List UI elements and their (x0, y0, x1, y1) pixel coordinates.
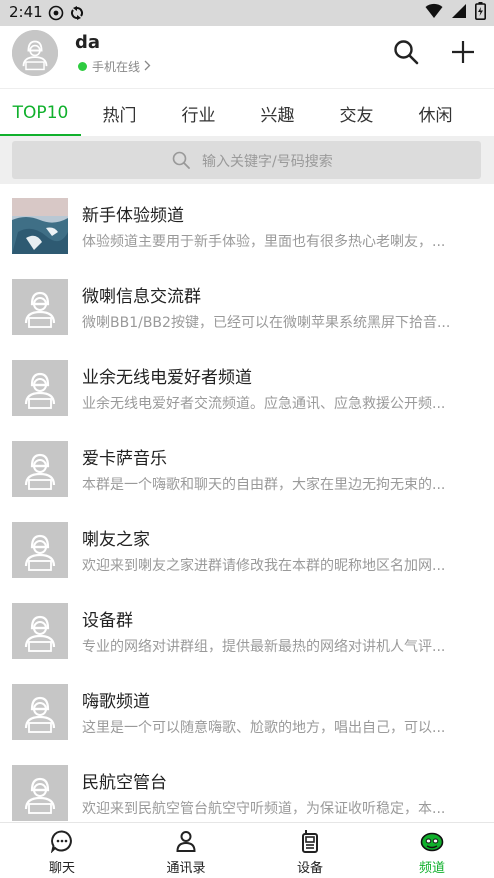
default-avatar-icon (12, 441, 68, 497)
search-input[interactable]: 输入关键字/号码搜索 (12, 141, 481, 179)
default-avatar-icon (12, 522, 68, 578)
avatar[interactable] (12, 30, 58, 76)
channel-description: 欢迎来到民航空管台航空守听频道，为保证收听稳定，本... (82, 801, 446, 817)
plus-icon (452, 41, 474, 63)
bottom-navigation: 聊天 通讯录 设备 频道 (0, 822, 494, 878)
list-item[interactable]: 新手体验频道 体验频道主要用于新手体验，里面也有很多热心老喇友，... (0, 184, 494, 265)
channel-title: 业余无线电爱好者频道 (82, 368, 252, 388)
default-avatar-icon (12, 279, 68, 335)
channel-title: 嗨歌频道 (82, 692, 150, 712)
list-item[interactable]: 民航空管台 欢迎来到民航空管台航空守听频道，为保证收听稳定，本... (0, 751, 494, 822)
cast-icon (48, 5, 64, 25)
channel-title: 喇友之家 (82, 530, 150, 550)
online-status[interactable]: 手机在线 (78, 58, 151, 75)
username: da (75, 32, 101, 53)
tab-social[interactable]: 交友 (316, 89, 397, 137)
search-button[interactable] (393, 39, 419, 65)
channel-description: 业余无线电爱好者交流频道。应急通讯、应急救援公开频... (82, 396, 446, 412)
default-avatar-icon (12, 360, 68, 416)
tab-top10[interactable]: TOP10 (0, 89, 81, 137)
default-avatar-icon (12, 765, 68, 821)
channel-title: 新手体验频道 (82, 206, 184, 226)
app-header: da 手机在线 (0, 26, 494, 88)
channel-thumbnail (12, 360, 68, 416)
channel-description: 欢迎来到喇友之家进群请修改我在本群的昵称地区名加网... (82, 558, 446, 574)
list-item[interactable]: 设备群 专业的网络对讲群组，提供最新最热的网络对讲机人气评... (0, 589, 494, 670)
nav-chat-label: 聊天 (48, 861, 75, 876)
contacts-icon (176, 831, 196, 852)
search-icon (172, 151, 190, 169)
battery-icon (475, 2, 486, 24)
channel-thumbnail (12, 522, 68, 578)
add-button[interactable] (450, 39, 476, 65)
category-tabs: TOP10 热门 行业 兴趣 交友 休闲 (0, 88, 494, 137)
channel-description: 专业的网络对讲群组，提供最新最热的网络对讲机人气评... (82, 639, 446, 655)
channel-description: 体验频道主要用于新手体验，里面也有很多热心老喇友，... (82, 234, 446, 250)
nav-channels-label: 频道 (418, 861, 445, 876)
channel-thumbnail (12, 603, 68, 659)
channel-list: 新手体验频道 体验频道主要用于新手体验，里面也有很多热心老喇友，... 微喇信息… (0, 184, 494, 822)
default-avatar-icon (12, 684, 68, 740)
nav-devices-label: 设备 (296, 861, 323, 876)
channel-title: 民航空管台 (82, 773, 167, 793)
channel-title: 爱卡萨音乐 (82, 449, 167, 469)
nav-chat[interactable]: 聊天 (0, 823, 124, 878)
channel-description: 本群是一个嗨歌和聊天的自由群，大家在里边无拘无束的... (82, 477, 446, 493)
nav-contacts[interactable]: 通讯录 (124, 823, 248, 878)
tab-leisure[interactable]: 休闲 (395, 89, 476, 137)
channel-thumbnail (12, 198, 68, 254)
channel-thumbnail (12, 684, 68, 740)
search-placeholder: 输入关键字/号码搜索 (202, 154, 333, 170)
landscape-photo-icon (12, 198, 68, 254)
tab-hot[interactable]: 热门 (79, 89, 160, 137)
status-bar: 2:41 (0, 0, 494, 26)
channel-title: 微喇信息交流群 (82, 287, 201, 307)
channel-thumbnail (12, 441, 68, 497)
list-item[interactable]: 爱卡萨音乐 本群是一个嗨歌和聊天的自由群，大家在里边无拘无束的... (0, 427, 494, 508)
nav-devices[interactable]: 设备 (248, 823, 372, 878)
list-item[interactable]: 喇友之家 欢迎来到喇友之家进群请修改我在本群的昵称地区名加网... (0, 508, 494, 589)
signal-icon (451, 3, 467, 23)
status-icons (425, 2, 486, 24)
walkie-talkie-icon (302, 830, 318, 853)
online-dot (78, 62, 87, 71)
list-item[interactable]: 业余无线电爱好者频道 业余无线电爱好者交流频道。应急通讯、应急救援公开频... (0, 346, 494, 427)
search-area: 输入关键字/号码搜索 (0, 136, 494, 184)
search-icon (394, 40, 419, 65)
chat-icon (50, 830, 72, 853)
channel-thumbnail (12, 765, 68, 821)
sync-icon (70, 5, 84, 25)
default-avatar-icon (12, 30, 58, 76)
channel-description: 这里是一个可以随意嗨歌、尬歌的地方，唱出自己，可以... (82, 720, 446, 736)
channel-description: 微喇BB1/BB2按键，已经可以在微喇苹果系统黑屏下拾音... (82, 315, 451, 331)
wifi-icon (425, 3, 443, 23)
default-avatar-icon (12, 603, 68, 659)
list-item[interactable]: 微喇信息交流群 微喇BB1/BB2按键，已经可以在微喇苹果系统黑屏下拾音... (0, 265, 494, 346)
tab-interest[interactable]: 兴趣 (237, 89, 318, 137)
tab-industry[interactable]: 行业 (158, 89, 239, 137)
nav-channels[interactable]: 频道 (370, 823, 494, 878)
channel-title: 设备群 (82, 611, 133, 631)
online-status-text: 手机在线 (92, 60, 141, 74)
status-time: 2:41 (9, 3, 43, 21)
channel-icon (420, 832, 444, 852)
nav-contacts-label: 通讯录 (166, 861, 206, 876)
list-item[interactable]: 嗨歌频道 这里是一个可以随意嗨歌、尬歌的地方，唱出自己，可以... (0, 670, 494, 751)
chevron-right-icon (144, 60, 151, 74)
channel-thumbnail (12, 279, 68, 335)
